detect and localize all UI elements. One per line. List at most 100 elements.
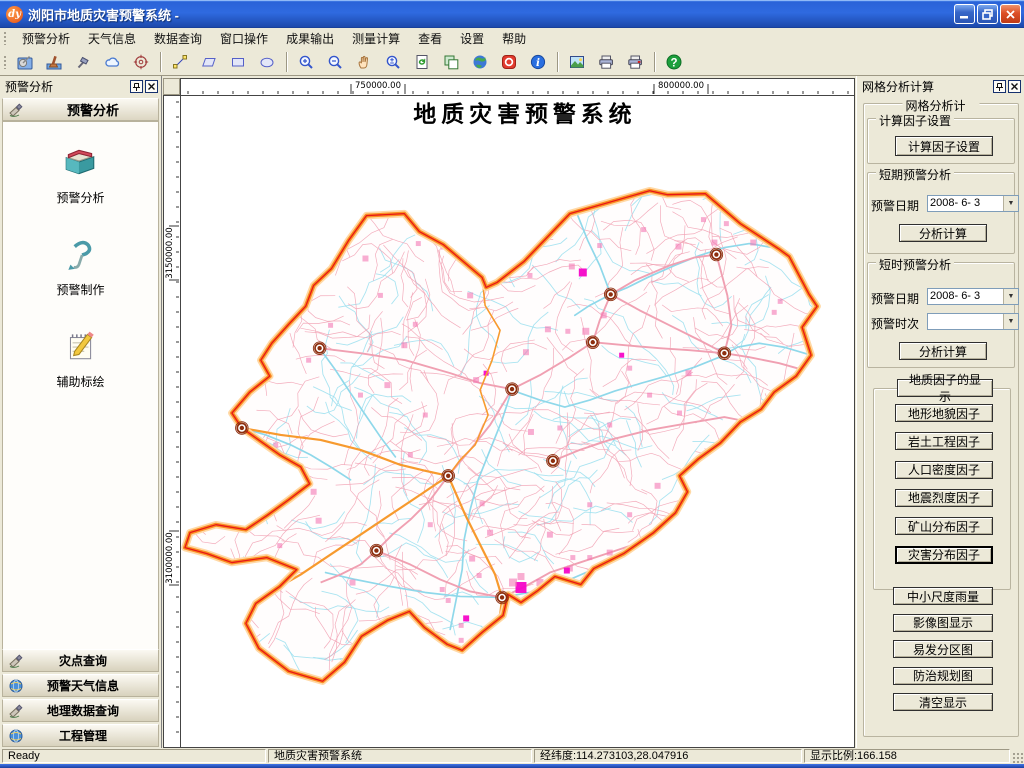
stop-icon[interactable]	[497, 50, 521, 74]
factor-button-岩土工程因子[interactable]: 岩土工程因子	[895, 432, 993, 450]
menu-item-天气信息[interactable]: 天气信息	[79, 28, 145, 49]
map-query-icon[interactable]	[13, 50, 37, 74]
brush-icon	[8, 102, 26, 118]
svg-text:750000.00: 750000.00	[355, 81, 401, 91]
factor-button-人口密度因子[interactable]: 人口密度因子	[895, 461, 993, 479]
svg-text:3100000.00: 3100000.00	[165, 532, 175, 583]
line-icon[interactable]	[168, 50, 192, 74]
sidebar-section-label: 工程管理	[28, 727, 138, 744]
image-icon[interactable]	[565, 50, 589, 74]
short-time-analyze-button[interactable]: 分析计算	[899, 342, 987, 360]
sidebar-section-地理数据查询[interactable]: 地理数据查询	[2, 699, 159, 722]
svg-text:i: i	[536, 57, 540, 69]
zoom-extent-icon[interactable]	[381, 50, 405, 74]
help-icon[interactable]: ?	[662, 50, 686, 74]
sidebar-item-label: 辅助标绘	[56, 373, 104, 390]
sidebar-section-灾点查询[interactable]: 灾点查询	[2, 649, 159, 672]
map-region: 750000.00800000.00 3150000.003100000.00 …	[163, 76, 855, 748]
status-ready: Ready	[2, 749, 266, 763]
factor-button-地震烈度因子[interactable]: 地震烈度因子	[895, 489, 993, 507]
menu-item-测量计算[interactable]: 测量计算	[343, 28, 409, 49]
resize-grip[interactable]	[1012, 752, 1023, 763]
brush-icon[interactable]	[42, 50, 66, 74]
factor-setting-group-label: 计算因子设置	[876, 112, 954, 129]
toolbar-separator	[286, 52, 288, 72]
factor-button-地形地貌因子[interactable]: 地形地貌因子	[895, 404, 993, 422]
sidebar-item-预警分析[interactable]: 预警分析	[56, 144, 104, 206]
right-panel-title: 网格分析计算	[862, 78, 991, 95]
menu-grip[interactable]	[3, 31, 8, 45]
close-panel-icon[interactable]	[1008, 80, 1021, 93]
pan-icon[interactable]	[352, 50, 376, 74]
sidebar-section-label: 预警天气信息	[28, 677, 138, 694]
refresh-icon[interactable]	[410, 50, 434, 74]
chevron-down-icon[interactable]: ▼	[1003, 289, 1018, 304]
sidebar-item-预警制作[interactable]: 预警制作	[56, 236, 104, 298]
zoom-out-icon[interactable]	[323, 50, 347, 74]
globe-icon[interactable]	[468, 50, 492, 74]
rectangle-icon[interactable]	[226, 50, 250, 74]
status-system-name: 地质灾害预警系统	[268, 749, 532, 763]
sidebar-section-预警天气信息[interactable]: 预警天气信息	[2, 674, 159, 697]
minimize-button[interactable]	[954, 4, 975, 24]
menu-item-帮助[interactable]: 帮助	[493, 28, 535, 49]
svg-text:?: ?	[670, 57, 677, 69]
status-bar: Ready 地质灾害预警系统 经纬度:114.273103,28.047916 …	[0, 748, 1024, 764]
close-panel-icon[interactable]	[145, 80, 158, 93]
title-bar: dy 浏阳市地质灾害预警系统 -	[0, 0, 1024, 28]
short-time-date-label: 预警日期	[871, 290, 919, 307]
toolbar-separator	[160, 52, 162, 72]
short-term-date-combobox[interactable]: 2008- 6- 3 ▼	[927, 195, 1019, 212]
print-preview-icon[interactable]	[623, 50, 647, 74]
left-panel-header: 预警分析	[2, 98, 159, 121]
cloud-icon[interactable]	[100, 50, 124, 74]
locate-icon[interactable]	[129, 50, 153, 74]
close-button[interactable]	[1000, 4, 1021, 24]
menu-item-成果输出[interactable]: 成果输出	[277, 28, 343, 49]
menu-item-数据查询[interactable]: 数据查询	[145, 28, 211, 49]
globe-small-icon	[8, 678, 26, 694]
map-canvas[interactable]: 地质灾害预警系统	[180, 95, 855, 748]
svg-text:800000.00: 800000.00	[658, 81, 704, 91]
factor-button-灾害分布因子[interactable]: 灾害分布因子	[895, 546, 993, 564]
display-button-中小尺度雨量[interactable]: 中小尺度雨量	[893, 587, 993, 605]
hammer-icon[interactable]	[71, 50, 95, 74]
short-time-times-label: 预警时次	[871, 315, 919, 332]
menu-item-窗口操作[interactable]: 窗口操作	[211, 28, 277, 49]
pin-icon[interactable]	[993, 80, 1006, 93]
town-marker	[586, 336, 599, 349]
display-button-清空显示[interactable]: 清空显示	[893, 693, 993, 711]
sidebar-section-工程管理[interactable]: 工程管理	[2, 724, 159, 747]
menu-item-预警分析[interactable]: 预警分析	[13, 28, 79, 49]
display-button-防治规划图[interactable]: 防治规划图	[893, 667, 993, 685]
ellipse-icon[interactable]	[255, 50, 279, 74]
chevron-down-icon[interactable]: ▼	[1003, 314, 1018, 329]
polygon-icon[interactable]	[197, 50, 221, 74]
display-button-易发分区图[interactable]: 易发分区图	[893, 640, 993, 658]
toolbar-grip[interactable]	[3, 55, 8, 69]
restore-button[interactable]	[977, 4, 998, 24]
factor-button-矿山分布因子[interactable]: 矿山分布因子	[895, 517, 993, 535]
town-marker	[496, 591, 509, 604]
info-icon[interactable]: i	[526, 50, 550, 74]
pin-icon[interactable]	[130, 80, 143, 93]
short-time-times-combobox[interactable]: ▼	[927, 313, 1019, 330]
short-time-date-combobox[interactable]: 2008- 6- 3 ▼	[927, 288, 1019, 305]
right-panel: 网格分析计算 网格分析计算 计算因子设置 计算因子设置 短期预警分析 预警日期 …	[856, 76, 1024, 748]
display-button-影像图显示[interactable]: 影像图显示	[893, 614, 993, 632]
zoom-in-icon[interactable]	[294, 50, 318, 74]
factor-setting-button[interactable]: 计算因子设置	[895, 136, 993, 156]
brush-small-icon	[8, 653, 26, 669]
menu-item-查看[interactable]: 查看	[409, 28, 451, 49]
notepad-icon	[56, 328, 104, 369]
print-icon[interactable]	[594, 50, 618, 74]
map-title: 地质灾害预警系统	[413, 101, 636, 128]
factor-display-header-button[interactable]: 地质因子的显示	[897, 379, 993, 397]
menu-item-设置[interactable]: 设置	[451, 28, 493, 49]
sidebar-item-辅助标绘[interactable]: 辅助标绘	[56, 328, 104, 390]
copy-icon[interactable]	[439, 50, 463, 74]
chevron-down-icon[interactable]: ▼	[1003, 196, 1018, 211]
status-coordinates: 经纬度:114.273103,28.047916	[534, 749, 802, 763]
short-term-analyze-button[interactable]: 分析计算	[899, 224, 987, 242]
left-panel-body: 预警分析预警制作辅助标绘	[2, 121, 159, 651]
